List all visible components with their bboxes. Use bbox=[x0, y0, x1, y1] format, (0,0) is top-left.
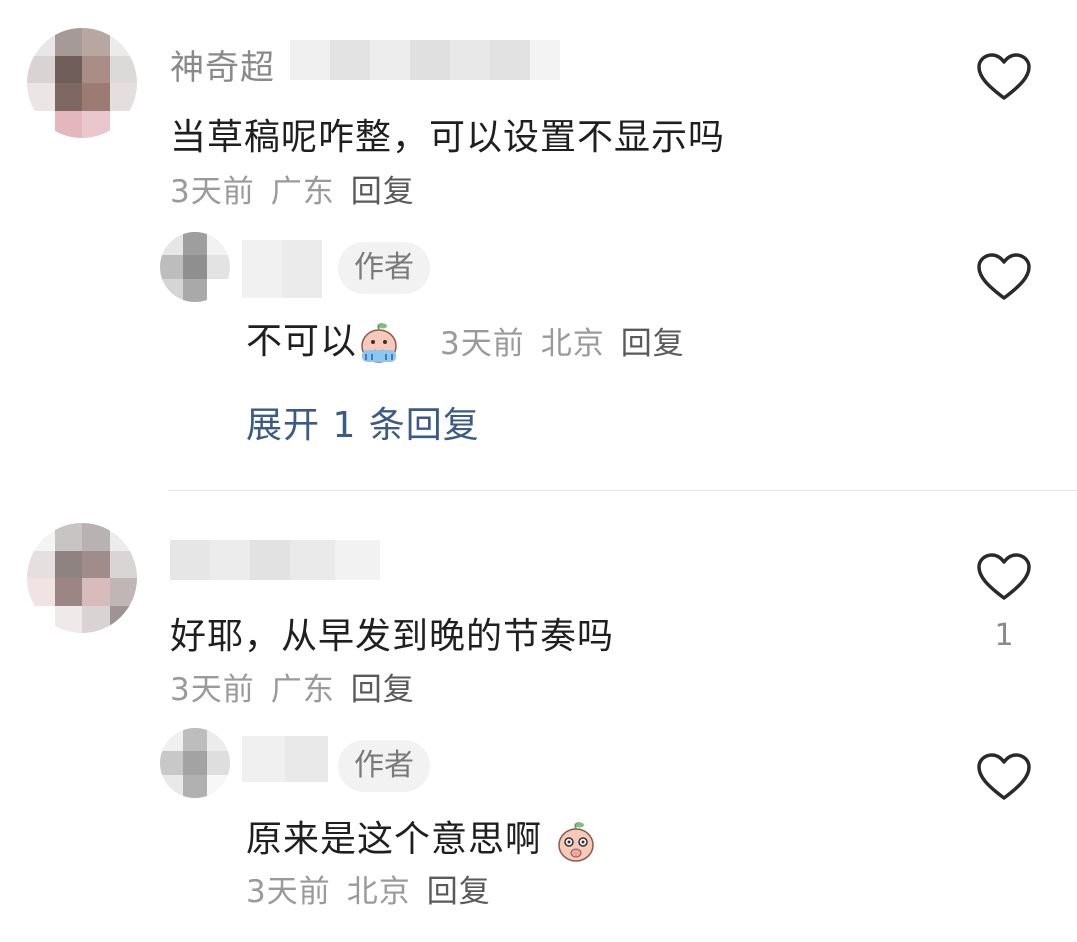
username[interactable]: 神奇超 bbox=[170, 40, 275, 89]
comment-location: 广东 bbox=[270, 174, 335, 210]
comment-text: 好耶，从早发到晚的节奏吗 bbox=[170, 616, 615, 657]
blurred-username bbox=[242, 240, 322, 298]
heart-outline-icon[interactable] bbox=[976, 752, 1032, 802]
crying-emoji-icon bbox=[361, 323, 397, 363]
avatar[interactable] bbox=[160, 232, 230, 302]
reply-meta: 3天前 北京 回复 bbox=[440, 318, 701, 363]
blurred-username bbox=[290, 40, 560, 80]
avatar[interactable] bbox=[27, 523, 137, 633]
heart-outline-icon[interactable] bbox=[976, 552, 1032, 602]
comment-time: 3天前 bbox=[170, 174, 255, 210]
heart-outline-icon[interactable] bbox=[976, 52, 1032, 102]
expand-replies-link[interactable]: 展开 1 条回复 bbox=[246, 396, 480, 448]
reply-text-content: 原来是这个意思啊 bbox=[246, 819, 543, 860]
divider bbox=[168, 490, 1077, 491]
reply-text: 不可以 bbox=[246, 312, 401, 366]
comment-text: 当草稿呢咋整，可以设置不显示吗 bbox=[170, 117, 726, 158]
reply-button[interactable]: 回复 bbox=[621, 326, 685, 362]
reply-location: 北京 bbox=[540, 326, 605, 362]
author-tag: 作者 bbox=[338, 740, 430, 792]
comment-meta: 3天前 广东 回复 bbox=[170, 664, 431, 709]
blurred-username bbox=[242, 736, 328, 782]
reply-location: 北京 bbox=[346, 874, 411, 910]
heart-outline-icon[interactable] bbox=[976, 252, 1032, 302]
comment-time: 3天前 bbox=[170, 672, 255, 708]
reply-button[interactable]: 回复 bbox=[351, 174, 415, 210]
reply-time: 3天前 bbox=[246, 874, 331, 910]
reply-meta: 3天前 北京 回复 bbox=[246, 866, 507, 911]
reply-button[interactable]: 回复 bbox=[351, 672, 415, 708]
like-count: 1 bbox=[994, 618, 1014, 653]
reply-text-content: 不可以 bbox=[246, 321, 358, 362]
reply-text: 原来是这个意思啊 bbox=[246, 810, 598, 864]
author-tag: 作者 bbox=[338, 242, 430, 294]
reply-button[interactable]: 回复 bbox=[427, 874, 491, 910]
blurred-username bbox=[170, 540, 380, 580]
surprised-emoji-icon bbox=[558, 822, 595, 862]
comment-meta: 3天前 广东 回复 bbox=[170, 166, 431, 211]
comment-location: 广东 bbox=[270, 672, 335, 708]
avatar[interactable] bbox=[160, 728, 230, 798]
reply-time: 3天前 bbox=[440, 326, 525, 362]
avatar[interactable] bbox=[27, 28, 137, 138]
